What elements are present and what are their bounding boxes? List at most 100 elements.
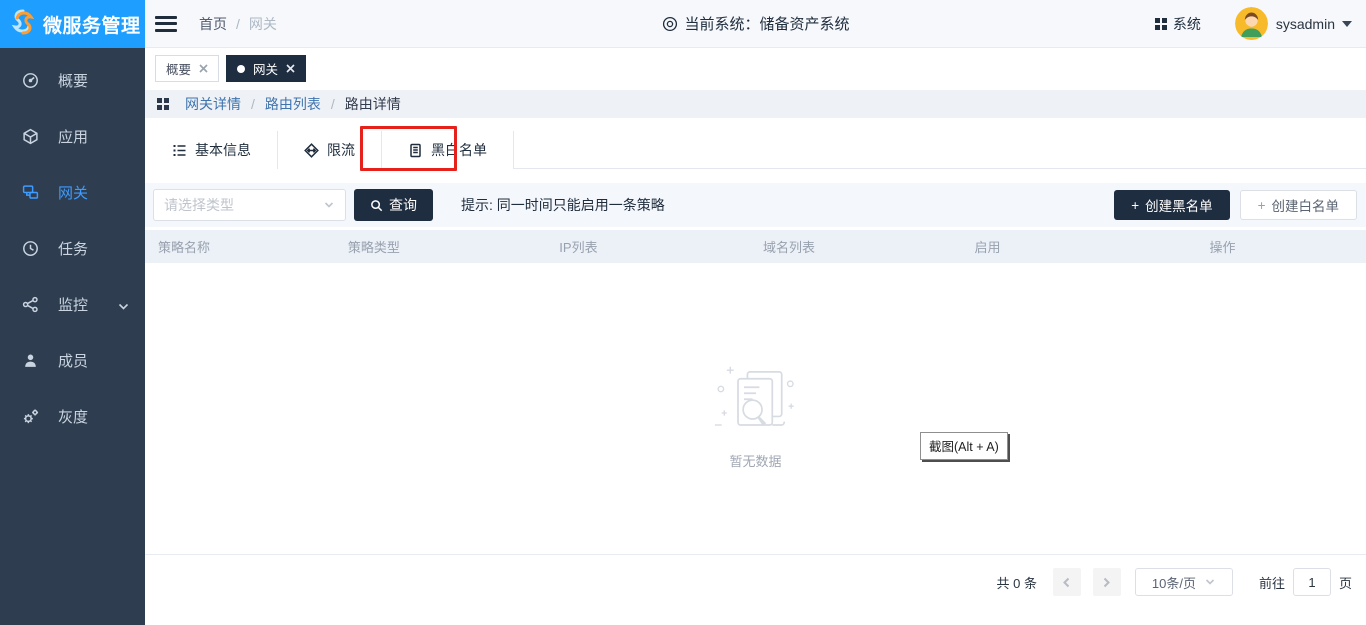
- app-title: 微服务管理: [43, 11, 141, 38]
- sidebar-nav: 概要 应用 网关 任务: [0, 48, 145, 444]
- tab-label: 基本信息: [195, 140, 251, 160]
- breadcrumb-home[interactable]: 首页: [199, 14, 227, 34]
- query-button[interactable]: 查询: [354, 189, 433, 221]
- sidebar-item-gateway[interactable]: 网关: [0, 164, 145, 220]
- app-layout: 微服务管理 概要 应用 网关: [0, 0, 1366, 625]
- sidebar: 微服务管理 概要 应用 网关: [0, 0, 145, 625]
- sidebar-item-monitor[interactable]: 监控: [0, 276, 145, 332]
- sidebar-item-application[interactable]: 应用: [0, 108, 145, 164]
- current-system-indicator: 当前系统：储备资产系统: [661, 13, 849, 34]
- empty-data-icon: [710, 365, 802, 437]
- chevron-left-icon: [1061, 577, 1072, 588]
- dashboard-icon: [22, 72, 39, 89]
- query-button-label: 查询: [389, 195, 417, 215]
- table-header: 策略名称 策略类型 IP列表 域名列表 启用 操作: [145, 230, 1366, 263]
- avatar: [1235, 7, 1268, 40]
- grid-icon: [1155, 18, 1167, 30]
- next-page-button[interactable]: [1093, 568, 1121, 596]
- breadcrumb-route-list[interactable]: 路由列表: [265, 94, 321, 114]
- table-body: 暂无数据: [145, 263, 1366, 554]
- breadcrumb-gateway-detail[interactable]: 网关详情: [185, 94, 241, 114]
- create-blacklist-button[interactable]: + 创建黑名单: [1114, 190, 1229, 220]
- header-right: 系统 sysadmin: [1155, 7, 1352, 40]
- policy-hint-text: 提示: 同一时间只能启用一条策略: [461, 195, 665, 215]
- total-count: 共 0 条: [997, 573, 1037, 592]
- tab-overview[interactable]: 概要: [155, 55, 219, 82]
- screenshot-tooltip: 截图(Alt + A): [920, 432, 1008, 460]
- task-icon: [22, 240, 39, 257]
- plus-icon: +: [1258, 198, 1266, 213]
- create-buttons: + 创建黑名单 + 创建白名单: [1114, 190, 1357, 220]
- tab-blacklist-whitelist[interactable]: 黑白名单: [382, 131, 514, 169]
- grid-icon: [157, 98, 169, 110]
- tab-basic-info[interactable]: 基本信息: [145, 131, 278, 169]
- brand-swirl-icon: [10, 9, 36, 40]
- sidebar-item-label: 任务: [58, 238, 88, 259]
- sidebar-item-label: 应用: [58, 126, 88, 147]
- column-enabled: 启用: [896, 237, 1079, 256]
- empty-state: 暂无数据: [710, 365, 802, 470]
- column-policy-name: 策略名称: [145, 237, 273, 256]
- window-tabs: 概要 网关: [145, 48, 1366, 90]
- page-number-input[interactable]: [1293, 568, 1331, 596]
- main-area: 首页 / 网关 当前系统：储备资产系统 系统: [145, 0, 1366, 625]
- top-header: 首页 / 网关 当前系统：储备资产系统 系统: [145, 0, 1366, 48]
- column-domain-list: 域名列表: [682, 237, 896, 256]
- app-icon: [22, 128, 39, 145]
- close-icon[interactable]: [286, 64, 295, 73]
- column-ip-list: IP列表: [475, 237, 683, 256]
- page-breadcrumb: 网关详情 / 路由列表 / 路由详情: [145, 90, 1366, 118]
- tab-gateway[interactable]: 网关: [226, 55, 306, 82]
- chevron-down-icon: [323, 199, 335, 211]
- page-unit-label: 页: [1339, 573, 1352, 592]
- breadcrumb-separator: /: [236, 16, 240, 32]
- monitor-icon: [22, 296, 39, 313]
- sidebar-item-member[interactable]: 成员: [0, 332, 145, 388]
- pagination: 共 0 条 10条/页 前往 页: [997, 568, 1353, 596]
- list-icon: [172, 143, 187, 158]
- sidebar-item-label: 监控: [58, 294, 88, 315]
- sidebar-item-label: 成员: [58, 350, 88, 371]
- app-logo: 微服务管理: [0, 0, 145, 48]
- search-icon: [370, 199, 383, 212]
- column-actions: 操作: [1079, 237, 1366, 256]
- detail-tabs: 基本信息 限流 黑白名单: [145, 131, 1366, 169]
- system-menu-label: 系统: [1173, 14, 1201, 34]
- tab-label: 概要: [166, 59, 191, 78]
- document-icon: [408, 143, 423, 158]
- create-whitelist-button[interactable]: + 创建白名单: [1240, 190, 1357, 220]
- username: sysadmin: [1276, 16, 1335, 32]
- footer: 共 0 条 10条/页 前往 页: [145, 554, 1366, 625]
- breadcrumb: 首页 / 网关: [199, 14, 277, 34]
- chevron-down-icon: [118, 299, 129, 310]
- sidebar-item-task[interactable]: 任务: [0, 220, 145, 276]
- gateway-icon: [22, 184, 39, 201]
- user-menu[interactable]: sysadmin: [1235, 7, 1352, 40]
- type-select[interactable]: 请选择类型: [153, 189, 346, 221]
- active-dot-icon: [237, 65, 245, 73]
- empty-text: 暂无数据: [710, 451, 802, 470]
- chevron-down-icon: [1204, 576, 1216, 588]
- tab-rate-limit[interactable]: 限流: [278, 131, 382, 169]
- sidebar-item-gray-release[interactable]: 灰度: [0, 388, 145, 444]
- type-select-placeholder: 请选择类型: [164, 195, 234, 215]
- page-size-select[interactable]: 10条/页: [1135, 568, 1233, 596]
- tab-label: 限流: [327, 140, 355, 160]
- column-policy-type: 策略类型: [273, 237, 474, 256]
- breadcrumb-separator: /: [331, 96, 335, 112]
- tab-label: 黑白名单: [431, 140, 487, 160]
- breadcrumb-current: 网关: [249, 14, 277, 34]
- close-icon[interactable]: [199, 64, 208, 73]
- eye-icon: [661, 16, 677, 32]
- sidebar-item-overview[interactable]: 概要: [0, 52, 145, 108]
- plus-icon: +: [1131, 198, 1139, 213]
- system-menu[interactable]: 系统: [1155, 14, 1201, 34]
- hamburger-menu-icon[interactable]: [155, 16, 177, 32]
- prev-page-button[interactable]: [1053, 568, 1081, 596]
- filter-toolbar: 请选择类型 查询 提示: 同一时间只能启用一条策略 + 创建黑名单 + 创建白名…: [145, 183, 1366, 227]
- gray-icon: [22, 408, 39, 425]
- create-blacklist-label: 创建黑名单: [1145, 195, 1213, 215]
- breadcrumb-separator: /: [251, 96, 255, 112]
- breadcrumb-route-detail: 路由详情: [345, 94, 401, 114]
- sidebar-item-label: 灰度: [58, 406, 88, 427]
